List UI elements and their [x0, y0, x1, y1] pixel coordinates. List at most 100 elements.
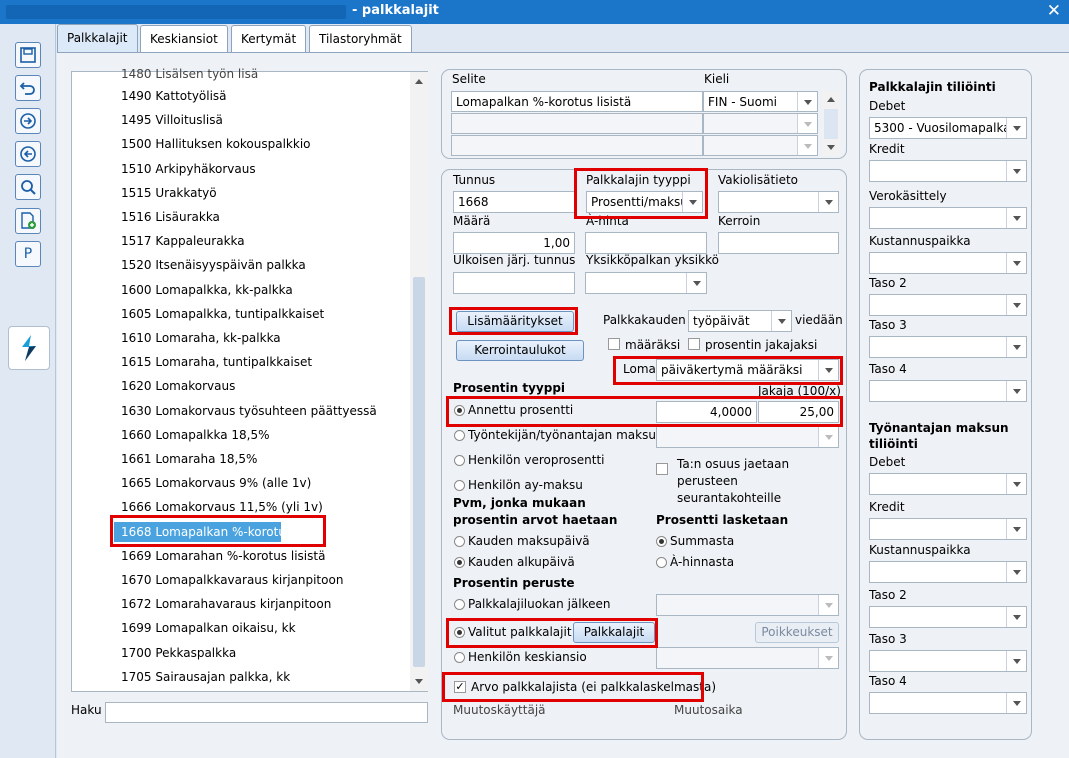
search-input[interactable] — [105, 702, 428, 723]
e-debet-label: Debet — [869, 455, 906, 469]
list-item[interactable]: 1672 Lomarahavaraus kirjanpitoon — [121, 594, 331, 614]
list-scrollbar[interactable] — [410, 72, 428, 691]
tab-keskiansiot[interactable]: Keskiansiot — [140, 25, 228, 52]
e-kredit-select[interactable] — [869, 518, 1027, 540]
selite-input-2[interactable] — [451, 113, 703, 134]
selite-input-3[interactable] — [451, 135, 703, 156]
kustannus-select[interactable] — [869, 252, 1027, 274]
pay-type-list[interactable]: 1480 Lisälsen työn lisä 1490 Kattotyölis… — [71, 67, 428, 692]
list-item[interactable]: 1665 Lomakorvaus 9% (alle 1v) — [121, 473, 311, 493]
e-taso2-select[interactable] — [869, 606, 1027, 628]
list-item[interactable]: 1500 Hallituksen kokouspalkkio — [121, 134, 311, 154]
annettu-input[interactable]: 4,0000 — [656, 401, 757, 423]
tab-palkkalajit[interactable]: Palkkalajit — [57, 24, 138, 53]
search-icon[interactable] — [15, 174, 41, 200]
kieli-select-2[interactable] — [703, 113, 818, 134]
keskiansio-radio[interactable] — [454, 652, 465, 663]
jakaja-input[interactable]: 25,00 — [758, 401, 839, 423]
maara-input[interactable]: 1,00 — [453, 232, 575, 254]
peruste-heading: Prosentin peruste — [453, 576, 575, 590]
list-item[interactable]: 1517 Kappaleurakka — [121, 231, 245, 251]
kerrointaulukot-button[interactable]: Kerrointaulukot — [456, 340, 584, 361]
tunnus-input[interactable]: 1668 — [453, 191, 575, 213]
e-kustannus-select[interactable] — [869, 561, 1027, 583]
annettu-radio[interactable] — [454, 405, 465, 416]
poikkeukset-button[interactable]: Poikkeukset — [755, 622, 839, 643]
arvo-checkbox[interactable]: ✓ — [454, 681, 466, 693]
tyontekija-radio[interactable] — [454, 430, 465, 441]
taso2-select[interactable] — [869, 294, 1027, 316]
maksupaiva-radio[interactable] — [454, 536, 465, 547]
list-item[interactable]: 1510 Arkipyhäkorvaus — [121, 159, 256, 179]
list-item[interactable]: 1705 Sairausajan palkka, kk — [121, 667, 290, 687]
undo-icon[interactable] — [15, 75, 41, 101]
maaraksi-checkbox[interactable] — [608, 338, 620, 350]
vakio-select[interactable] — [718, 191, 839, 213]
loma-select[interactable]: päiväkertymä määräksi — [656, 359, 839, 381]
list-item[interactable]: 1668 Lomapalkan %-korotus lisistä — [114, 521, 331, 542]
tab-tilastoryhmat[interactable]: Tilastoryhmät — [309, 25, 412, 52]
app-logo-icon[interactable] — [8, 326, 50, 370]
debet-select[interactable]: 5300 - Vuosilomapalkat — [869, 117, 1027, 139]
verokasittely-select[interactable] — [869, 207, 1027, 229]
veroprosentti-radio[interactable] — [454, 455, 465, 466]
selite-scrollbar[interactable] — [822, 91, 840, 156]
save-icon[interactable] — [15, 42, 41, 68]
chevron-down-icon — [1006, 607, 1026, 627]
list-item[interactable]: 1605 Lomapalkka, tuntipalkkaiset — [121, 304, 324, 324]
luokan-jalkeen-radio[interactable] — [454, 599, 465, 610]
kieli-select[interactable]: FIN - Suomi — [703, 91, 818, 112]
p-button[interactable]: P — [15, 241, 41, 267]
list-item[interactable]: 1630 Lomakorvaus työsuhteen päättyessä — [121, 401, 377, 421]
palkkalajit-button[interactable]: Palkkalajit — [573, 622, 655, 643]
kerroin-input[interactable] — [718, 232, 839, 254]
new-document-icon[interactable] — [15, 208, 41, 234]
list-item[interactable]: 1699 Lomapalkan oikaisu, kk — [121, 618, 296, 638]
list-item[interactable]: 1661 Lomaraha 18,5% — [121, 449, 257, 469]
ulk-input[interactable] — [453, 272, 575, 294]
kieli-select-3[interactable] — [703, 135, 818, 156]
e-taso4-select[interactable] — [869, 692, 1027, 714]
lisamaaritykset-button[interactable]: Lisämääritykset — [456, 311, 574, 332]
list-scrollbar-thumb[interactable] — [413, 277, 425, 667]
jakajaksi-checkbox[interactable] — [688, 338, 700, 350]
luokan-jalkeen-select[interactable] — [656, 594, 839, 616]
tyyppi-select[interactable]: Prosentti/maksu — [586, 191, 703, 213]
yks-select[interactable] — [585, 272, 707, 294]
e-debet-select[interactable] — [869, 473, 1027, 495]
taso3-select[interactable] — [869, 336, 1027, 358]
tyontekija-select[interactable] — [656, 426, 839, 448]
close-icon[interactable]: ✕ — [1047, 2, 1061, 20]
list-item[interactable]: 1615 Lomaraha, tuntipalkkaiset — [121, 352, 312, 372]
ay-maksu-radio[interactable] — [454, 480, 465, 491]
previous-icon[interactable] — [15, 141, 41, 167]
alkupaiva-radio[interactable] — [454, 557, 465, 568]
list-item[interactable]: 1516 Lisäurakka — [121, 207, 220, 227]
kredit-select[interactable] — [869, 160, 1027, 182]
list-item[interactable]: 1520 Itsenäisyyspäivän palkka — [121, 255, 306, 275]
next-icon[interactable] — [15, 108, 41, 134]
taosuus-checkbox[interactable] — [656, 463, 668, 475]
list-item[interactable]: 1620 Lomakorvaus — [121, 376, 235, 396]
list-item[interactable]: 1490 Kattotyölisä — [121, 86, 227, 106]
valitut-radio[interactable] — [454, 627, 465, 638]
keskiansio-select[interactable] — [656, 647, 839, 669]
list-item[interactable]: 1666 Lomakorvaus 11,5% (yli 1v) — [121, 497, 323, 517]
list-item[interactable]: 1610 Lomaraha, kk-palkka — [121, 328, 281, 348]
tab-kertymat[interactable]: Kertymät — [231, 25, 307, 52]
selite-input[interactable]: Lomapalkan %-korotus lisistä — [451, 91, 703, 112]
list-item-partial[interactable]: 1480 Lisälsen työn lisä — [121, 64, 258, 84]
list-item[interactable]: 1660 Lomapalkka 18,5% — [121, 425, 270, 445]
palkkakauden-select[interactable]: työpäivät — [688, 310, 792, 332]
list-item[interactable]: 1495 Villoituslisä — [121, 110, 223, 130]
list-item[interactable]: 1700 Pekkaspalkka — [121, 643, 236, 663]
e-taso3-select[interactable] — [869, 650, 1027, 672]
summasta-radio[interactable] — [656, 536, 667, 547]
list-item[interactable]: 1600 Lomapalkka, kk-palkka — [121, 280, 293, 300]
taso4-select[interactable] — [869, 380, 1027, 402]
list-item[interactable]: 1669 Lomarahan %-korotus lisistä — [121, 546, 325, 566]
ahinta-input[interactable] — [585, 232, 707, 254]
list-item[interactable]: 1515 Urakkatyö — [121, 183, 217, 203]
ahinnasta-radio[interactable] — [656, 557, 667, 568]
list-item[interactable]: 1670 Lomapalkkavaraus kirjanpitoon — [121, 570, 343, 590]
